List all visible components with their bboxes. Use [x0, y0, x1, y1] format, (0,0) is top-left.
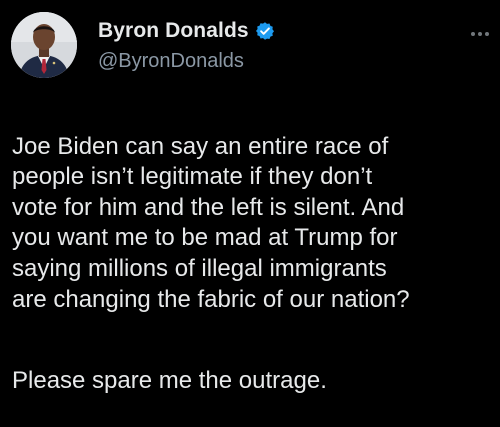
tweet-paragraph: Please spare me the outrage. [12, 366, 327, 394]
more-dot [471, 32, 475, 36]
author-names: Byron Donalds @ByronDonalds [98, 16, 275, 73]
more-options-icon[interactable] [471, 32, 489, 36]
avatar-image [11, 12, 77, 78]
more-dot [478, 32, 482, 36]
tweet-text: Joe Biden can say an entire race of peop… [12, 101, 498, 427]
display-name[interactable]: Byron Donalds [98, 19, 249, 43]
tweet-card: Byron Donalds @ByronDonalds Joe Biden ca… [0, 0, 500, 402]
author-handle[interactable]: @ByronDonalds [98, 50, 275, 73]
avatar[interactable] [11, 12, 77, 78]
tweet-paragraph: Joe Biden can say an entire race of peop… [12, 132, 410, 313]
tweet-header: Byron Donalds @ByronDonalds [11, 12, 491, 82]
more-dot [485, 32, 489, 36]
name-row: Byron Donalds [98, 16, 275, 46]
verified-badge-icon [255, 21, 275, 41]
